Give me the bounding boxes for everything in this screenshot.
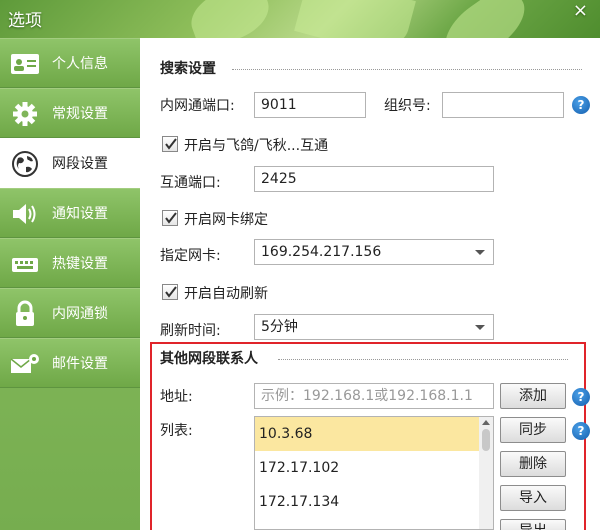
sidebar-item-label: 邮件设置: [52, 356, 108, 372]
address-input[interactable]: 示例：192.168.1或192.168.1.1: [254, 383, 494, 409]
sidebar-item-label: 个人信息: [52, 56, 108, 72]
delete-button[interactable]: 删除: [500, 451, 566, 477]
sidebar-item-label: 通知设置: [52, 206, 108, 222]
id-card-icon: [11, 54, 39, 74]
sidebar-item-general[interactable]: 常规设置: [0, 88, 140, 138]
divider: [232, 69, 582, 70]
sidebar-item-label: 内网通锁: [52, 306, 108, 322]
segment-list[interactable]: 10.3.68 172.17.102 172.17.134: [254, 416, 494, 530]
nic-select[interactable]: 169.254.217.156: [254, 239, 494, 265]
sidebar-item-label: 热键设置: [52, 256, 108, 272]
window-title: 选项: [8, 11, 42, 31]
gear-icon: [13, 102, 37, 126]
divider: [278, 359, 568, 360]
list-label: 列表:: [160, 423, 193, 439]
sidebar-item-hotkey[interactable]: 热键设置: [0, 238, 140, 288]
org-input[interactable]: [442, 92, 564, 118]
interop-checkbox-label: 开启与飞鸽/飞秋...互通: [184, 138, 329, 154]
help-icon[interactable]: ?: [572, 422, 590, 440]
port-label: 内网通端口:: [160, 98, 235, 114]
interop-port-input[interactable]: 2425: [254, 166, 494, 192]
globe-icon: [12, 151, 38, 177]
sidebar-item-notify[interactable]: 通知设置: [0, 188, 140, 238]
checkmark-icon: [165, 286, 177, 298]
other-segment-title: 其他网段联系人: [160, 351, 258, 367]
nic-bind-checkbox[interactable]: [162, 210, 178, 226]
leaf-decoration: [183, 0, 277, 38]
sidebar-item-label: 常规设置: [52, 106, 108, 122]
search-settings-title: 搜索设置: [160, 61, 216, 77]
scroll-up-icon[interactable]: [482, 420, 490, 425]
refresh-label: 刷新时间:: [160, 323, 221, 339]
help-icon[interactable]: ?: [572, 96, 590, 114]
auto-refresh-checkbox[interactable]: [162, 284, 178, 300]
leaf-decoration: [294, 0, 416, 38]
sidebar-item-mail[interactable]: 邮件设置: [0, 338, 140, 388]
sidebar-item-network[interactable]: 网段设置: [0, 138, 140, 188]
chevron-down-icon: [475, 325, 485, 330]
speaker-icon: [13, 204, 36, 224]
sidebar-item-lock[interactable]: 内网通锁: [0, 288, 140, 338]
checkmark-icon: [165, 212, 177, 224]
org-label: 组织号:: [384, 98, 431, 114]
interop-checkbox[interactable]: [162, 136, 178, 152]
sidebar-item-label: 网段设置: [52, 156, 108, 172]
export-button[interactable]: 导出: [500, 519, 566, 530]
chevron-down-icon: [475, 250, 485, 255]
list-item[interactable]: 172.17.102: [255, 451, 493, 485]
help-icon[interactable]: ?: [572, 388, 590, 406]
list-scrollbar[interactable]: [479, 417, 493, 529]
sidebar: 个人信息 常规设置 网段设置 通知设置 热键设置 内网通锁 邮件设置: [0, 38, 140, 530]
sidebar-item-profile[interactable]: 个人信息: [0, 38, 140, 88]
nic-bind-checkbox-label: 开启网卡绑定: [184, 212, 268, 228]
address-label: 地址:: [160, 389, 193, 405]
nic-select-value: 169.254.217.156: [261, 244, 382, 260]
title-bar: 选项 ×: [0, 0, 600, 38]
list-item[interactable]: 10.3.68: [255, 417, 493, 451]
mail-gear-icon: [10, 354, 39, 373]
leaf-decoration: [434, 0, 536, 38]
sync-button[interactable]: 同步: [500, 417, 566, 443]
lock-icon: [16, 300, 34, 326]
keyboard-icon: [12, 258, 38, 272]
auto-refresh-checkbox-label: 开启自动刷新: [184, 286, 268, 302]
checkmark-icon: [165, 138, 177, 150]
nic-label: 指定网卡:: [160, 248, 221, 264]
scroll-thumb[interactable]: [482, 429, 490, 451]
refresh-select[interactable]: 5分钟: [254, 314, 494, 340]
import-button[interactable]: 导入: [500, 485, 566, 511]
add-button[interactable]: 添加: [500, 383, 566, 409]
close-button[interactable]: ×: [573, 0, 588, 22]
port-input[interactable]: 9011: [254, 92, 366, 118]
refresh-select-value: 5分钟: [261, 319, 298, 335]
interop-port-label: 互通端口:: [160, 175, 221, 191]
list-item[interactable]: 172.17.134: [255, 485, 493, 519]
